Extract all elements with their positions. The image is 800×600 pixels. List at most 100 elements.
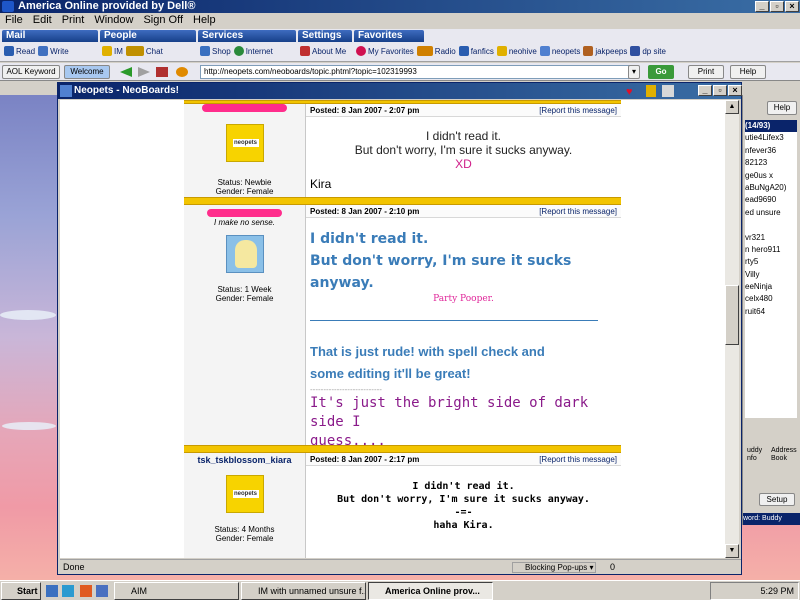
address-bar-row: AOL Keyword Welcome http://neopets.com/n… [0,63,800,81]
author-username[interactable]: tsk_tskblossom_kiara [184,455,305,465]
buddy-item[interactable]: aBuNgA20) [745,182,797,194]
group-mail: Mail Read Write [2,30,98,60]
buddy-help-button[interactable]: Help [767,101,797,115]
pencil-icon [38,46,49,56]
mail-icon [4,46,14,56]
stop-icon[interactable] [156,67,168,77]
report-message-link[interactable]: [Report this message] [539,205,617,217]
group-favorites-header[interactable]: Favorites [354,30,424,42]
group-settings-header[interactable]: Settings [298,30,352,42]
menu-print[interactable]: Print [57,13,90,27]
minimize-button[interactable]: _ [755,1,769,12]
internet-button[interactable]: Internet [233,46,273,56]
group-services: Services Shop Internet [198,30,296,60]
write-button[interactable]: Write [38,46,69,56]
aol-icon [2,1,14,12]
menu-file[interactable]: File [0,13,28,27]
post-author-panel: tsk_tskblossom_kiara neopets Status: 4 M… [184,453,306,558]
group-mail-header[interactable]: Mail [2,30,98,42]
back-arrow-icon[interactable] [120,67,132,77]
forward-arrow-icon[interactable] [138,67,150,77]
buddy-keyword: word: Buddy [743,513,800,525]
heart-favorite-icon[interactable]: ♥ [626,84,633,100]
scroll-down-button[interactable]: ▼ [725,544,739,558]
buddy-item[interactable]: Villy [745,269,797,281]
restore-button[interactable]: ▫ [770,1,784,12]
shop-button[interactable]: Shop [200,46,231,56]
signature-divider: --------------------------- [310,385,382,394]
status-bar: Done Blocking Pop-ups ▾ 0 [60,559,741,574]
popup-blocker-dropdown[interactable]: Blocking Pop-ups ▾ [512,562,596,573]
buddy-item[interactable]: nfever36 [745,145,797,157]
buddy-item[interactable] [745,219,797,231]
aol-keyword-button[interactable]: AOL Keyword [2,65,60,79]
anime-avatar [225,235,264,273]
window-close-button[interactable]: × [728,85,742,96]
menu-help[interactable]: Help [188,13,221,27]
popup-count: 0 [610,562,616,572]
report-message-link[interactable]: [Report this message] [539,453,617,465]
buddy-item[interactable]: 82123 [745,157,797,169]
buddy-item[interactable]: celx480 [745,293,797,305]
menu-edit[interactable]: Edit [28,13,57,27]
edit-icon[interactable] [662,85,674,97]
runner-icon[interactable] [646,85,656,97]
buddy-item[interactable]: rty5 [745,256,797,268]
welcome-button[interactable]: Welcome [64,65,110,79]
redacted-username [202,104,287,112]
close-button[interactable]: × [785,1,799,12]
post-text: That is just rude! with spell check and [310,344,545,359]
help-button[interactable]: Help [730,65,766,79]
menu-window[interactable]: Window [89,13,138,27]
jakpeeps-link[interactable]: jakpeeps [583,46,627,56]
neohive-link[interactable]: neohive [496,46,537,56]
buddy-item[interactable]: ead9690 [745,194,797,206]
dp-site-link[interactable]: dp site [630,46,666,56]
author-gender: Gender: Female [215,187,274,196]
fanfics-link[interactable]: fanfics [458,46,494,56]
post-date: Posted: 8 Jan 2007 - 2:10 pm [310,207,420,216]
print-button[interactable]: Print [688,65,724,79]
read-button[interactable]: Read [4,46,35,56]
chat-button[interactable]: Chat [125,46,163,56]
post-body: Posted: 8 Jan 2007 - 2:07 pm [Report this… [306,104,621,197]
group-services-header[interactable]: Services [198,30,296,42]
quicklaunch-ie-icon[interactable] [46,585,58,597]
buddy-item[interactable]: ruit64 [745,306,797,318]
post-separator [184,197,621,205]
im-button[interactable]: IM [102,46,123,56]
report-message-link[interactable]: [Report this message] [539,104,617,116]
buddy-item[interactable]: utie4Lifex3 [745,132,797,144]
window-minimize-button[interactable]: _ [698,85,712,96]
taskbar-im-window[interactable]: IM with unnamed unsure f... [241,582,366,600]
quicklaunch-desktop-icon[interactable] [96,585,108,597]
my-favorites-button[interactable]: My Favorites [356,46,414,56]
buddy-item[interactable]: eeNinja [745,281,797,293]
address-book-button[interactable]: Address Book [771,447,799,463]
refresh-icon[interactable] [176,67,188,77]
taskbar-aol[interactable]: America Online prov... [368,582,493,600]
buddy-item[interactable]: vr321 [745,232,797,244]
radio-button[interactable]: Radio [416,46,456,56]
buddy-item[interactable]: n hero911 [745,244,797,256]
url-dropdown-button[interactable]: ▾ [628,65,640,79]
quicklaunch-outlook-icon[interactable] [62,585,74,597]
vertical-scrollbar[interactable]: ▲ ▼ [725,100,739,558]
buddy-item[interactable]: ge0us x [745,170,797,182]
window-restore-button[interactable]: ▫ [713,85,727,96]
menu-sign-off[interactable]: Sign Off [138,13,188,27]
setup-button[interactable]: Setup [759,493,795,506]
neopets-link[interactable]: neopets [539,46,580,56]
taskbar-aim[interactable]: AIM [114,582,239,600]
quicklaunch-media-icon[interactable] [80,585,92,597]
group-people-header[interactable]: People [100,30,196,42]
go-button[interactable]: Go [648,65,674,79]
buddy-item[interactable]: ed unsure [745,207,797,219]
scroll-up-button[interactable]: ▲ [725,100,739,114]
scroll-thumb[interactable] [725,285,739,345]
post-text: I didn't read it. [412,481,515,492]
buddy-info-button[interactable]: uddy nfo [747,447,769,463]
start-button[interactable]: Start [1,582,41,600]
url-input[interactable]: http://neopets.com/neoboards/topic.phtml… [200,65,630,79]
about-me-button[interactable]: About Me [300,46,346,56]
